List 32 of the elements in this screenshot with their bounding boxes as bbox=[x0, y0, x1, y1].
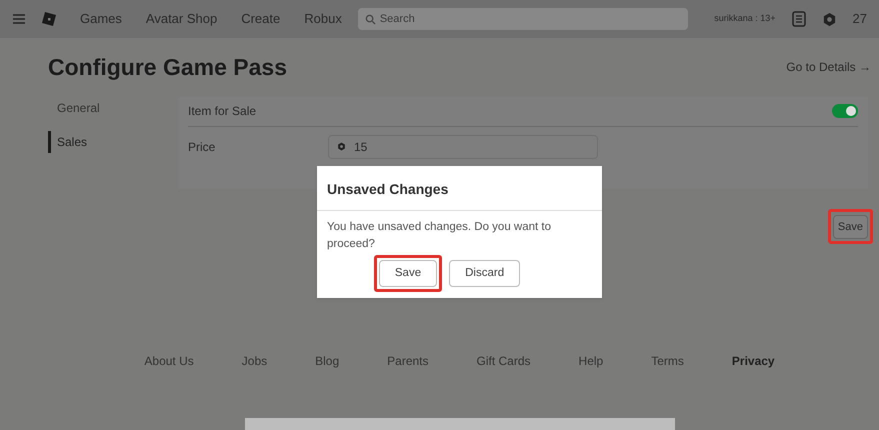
notes-icon[interactable] bbox=[792, 11, 806, 27]
menu-icon[interactable] bbox=[12, 13, 26, 25]
username[interactable]: surikkana : 13+ bbox=[714, 12, 776, 26]
footer-link[interactable]: Terms bbox=[651, 352, 684, 370]
dialog-message: You have unsaved changes. Do you want to proceed? bbox=[326, 220, 552, 252]
footer-link[interactable]: About Us bbox=[144, 352, 194, 370]
robux-count: 27 bbox=[852, 10, 867, 28]
price-label: Price bbox=[188, 138, 216, 156]
nav-link[interactable]: Robux bbox=[304, 9, 342, 29]
item-for-sale-label: Item for Sale bbox=[188, 103, 256, 120]
logo-icon[interactable] bbox=[42, 12, 56, 26]
dialog-title: Unsaved Changes bbox=[317, 166, 602, 211]
page-title: Configure Game Pass bbox=[48, 53, 288, 82]
footer-link[interactable]: Gift Cards bbox=[476, 352, 531, 370]
nav-link[interactable]: Create bbox=[241, 9, 280, 29]
search-field[interactable]: Search bbox=[358, 8, 688, 30]
details-link[interactable]: Go to Details → bbox=[786, 58, 871, 76]
robux-icon[interactable] bbox=[822, 12, 837, 26]
footer-link[interactable]: Blog bbox=[315, 352, 340, 370]
footer-link[interactable]: Privacy bbox=[732, 352, 775, 370]
footer-link[interactable]: Parents bbox=[387, 352, 429, 370]
price-field[interactable]: 15 bbox=[328, 134, 598, 158]
nav-link[interactable]: Avatar Shop bbox=[146, 9, 218, 29]
save-button[interactable]: Save bbox=[832, 214, 868, 239]
footer-link[interactable]: Help bbox=[578, 352, 604, 370]
toggle-switch[interactable] bbox=[832, 104, 858, 118]
sidebar-tab[interactable]: General bbox=[48, 96, 178, 118]
robux-icon bbox=[337, 142, 346, 151]
nav-link[interactable]: Games bbox=[80, 9, 122, 29]
dialog-button[interactable]: Save bbox=[378, 260, 438, 288]
footer-link[interactable]: Jobs bbox=[242, 352, 268, 370]
dialog-button[interactable]: Discard bbox=[449, 260, 520, 288]
